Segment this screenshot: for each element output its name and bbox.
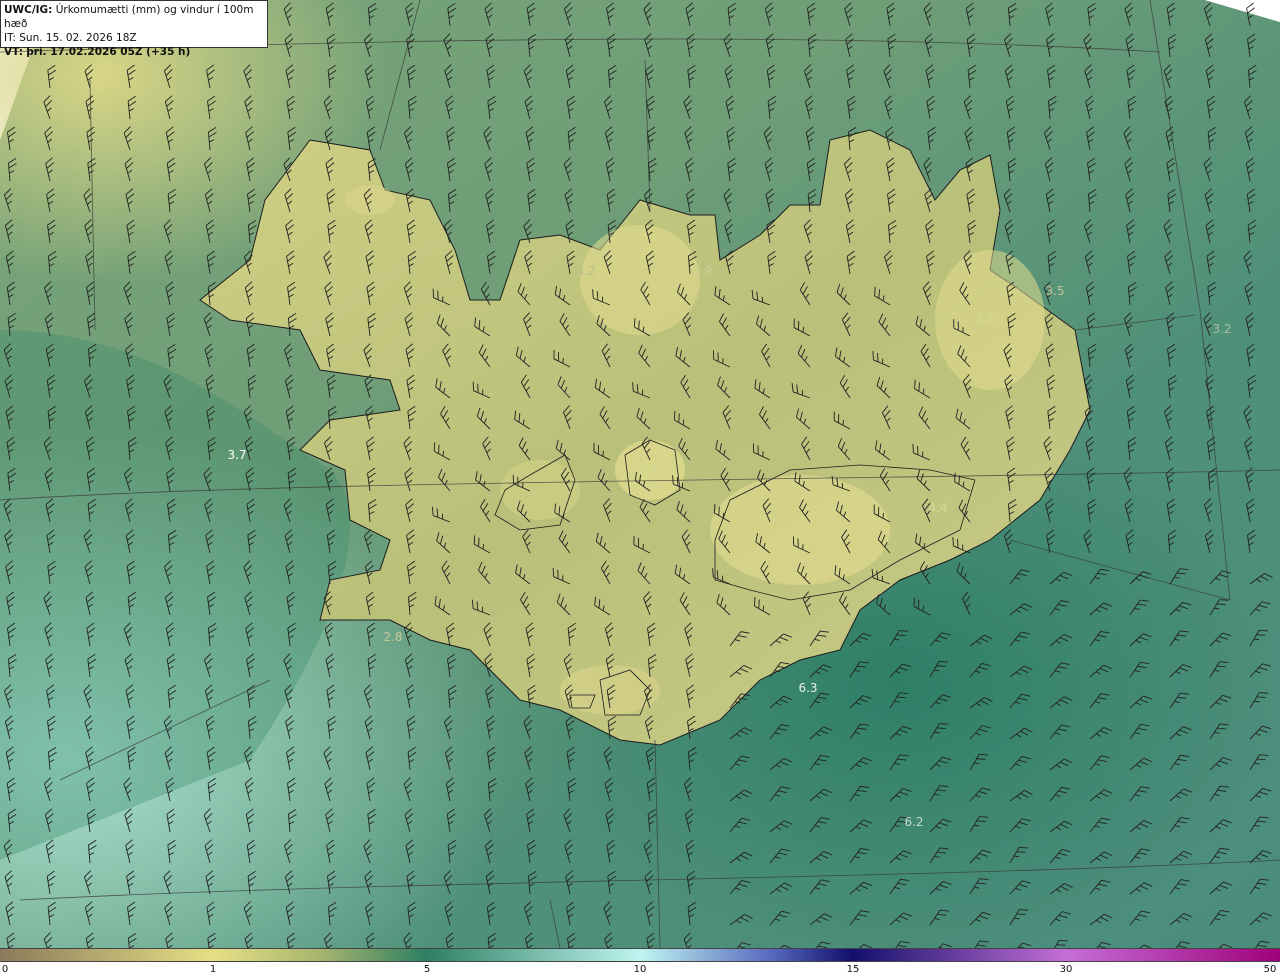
map-value-label: 4.4 <box>928 501 947 515</box>
header-box: UWC/IG: Úrkomumætti (mm) og vindur í 100… <box>0 0 268 58</box>
colorbar <box>0 948 1280 962</box>
colorbar-tick-10: 10 <box>633 964 647 975</box>
valid-time-line: VT: þri. 17.02.2026 05Z (+35 h) <box>4 45 267 59</box>
map-value-label: 4.4 <box>638 463 657 477</box>
colorbar-tick-5: 5 <box>423 964 431 975</box>
product-line: UWC/IG: Úrkomumætti (mm) og vindur í 100… <box>4 3 267 31</box>
colorbar-tick-50: 50 <box>1263 964 1277 975</box>
colorbar-tick-0: 0 <box>1 964 9 975</box>
map-value-label: 3.5 <box>1045 284 1064 298</box>
product-prefix: UWC/IG: <box>4 4 53 16</box>
colorbar-tick-30: 30 <box>1059 964 1073 975</box>
map-value-label: 3.2 <box>1212 322 1231 336</box>
valid-prefix: VT: <box>4 46 23 58</box>
map-value-label: 3.9 <box>693 264 712 278</box>
map-value-label: 3.7 <box>227 448 246 462</box>
init-prefix: IT: <box>4 32 16 44</box>
precipitation-wind-map: 4.2 3.9 4.4 3.5 4.6 3.2 3.7 4.4 2.8 6.3 6.2 <box>0 0 1280 948</box>
init-time: Sun. 15. 02. 2026 18Z <box>19 32 137 44</box>
valid-time: þri. 17.02.2026 05Z (+35 h) <box>26 46 191 58</box>
colorbar-tick-1: 1 <box>209 964 217 975</box>
colorbar-legend: 0 1 5 10 15 30 50 <box>0 948 1280 978</box>
map-value-label: 6.2 <box>904 815 923 829</box>
map-value-label: 6.3 <box>798 681 817 695</box>
map-value-label: 4.2 <box>576 264 595 278</box>
init-time-line: IT: Sun. 15. 02. 2026 18Z <box>4 31 267 45</box>
map-value-label: 2.8 <box>383 630 402 644</box>
colorbar-tick-15: 15 <box>846 964 860 975</box>
map-value-label: 4.6 <box>975 312 994 326</box>
